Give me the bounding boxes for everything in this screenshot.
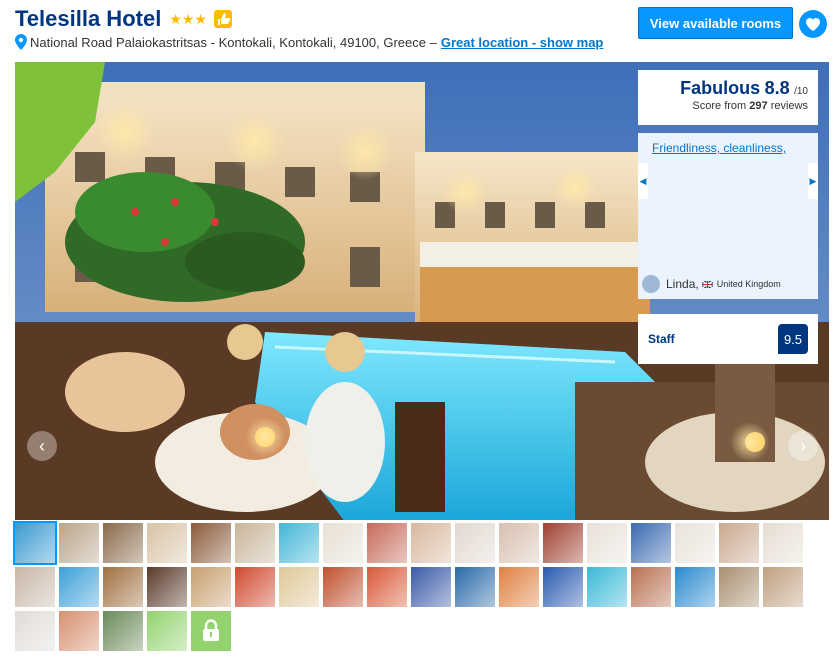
photo-thumbnail[interactable] (719, 567, 759, 607)
uk-flag-icon (701, 280, 713, 288)
lock-icon (203, 619, 219, 641)
photo-thumbnail[interactable] (367, 567, 407, 607)
chevron-right-icon: › (800, 435, 806, 456)
photo-thumbnail[interactable] (15, 567, 55, 607)
photo-thumbnail[interactable] (675, 523, 715, 563)
star-rating: ★★★ (169, 10, 207, 27)
review-count: 297 (749, 100, 768, 112)
photo-thumbnail[interactable] (235, 567, 275, 607)
photo-thumbnail[interactable] (455, 567, 495, 607)
photo-thumbnail[interactable] (631, 523, 671, 563)
photo-thumbnail[interactable] (499, 523, 539, 563)
photo-thumbnail[interactable] (411, 523, 451, 563)
chevron-right-icon: ▶ (809, 175, 817, 186)
photo-thumbnail[interactable] (587, 567, 627, 607)
reviewer: Linda, United Kingdom (642, 275, 781, 293)
view-rooms-button[interactable]: View available rooms (638, 7, 793, 39)
reviewer-country: United Kingdom (716, 279, 781, 289)
title-row: Telesilla Hotel ★★★ (15, 6, 233, 32)
photo-thumbnail[interactable] (13, 521, 57, 565)
photo-thumbnail[interactable] (15, 611, 55, 651)
category-label: Staff (648, 332, 675, 346)
category-score-box: Staff 9.5 (638, 314, 818, 364)
heart-icon (806, 17, 820, 31)
photo-thumbnail[interactable] (103, 611, 143, 651)
category-score-badge: 9.5 (778, 324, 808, 354)
photo-thumbnail[interactable] (235, 523, 275, 563)
review-snippet-box: Friendliness, cleanliness, ◀ ▶ Linda, Un… (638, 133, 818, 299)
photo-thumbnail[interactable] (719, 523, 759, 563)
photo-thumbnail[interactable] (147, 611, 187, 651)
photo-thumbnail[interactable] (323, 567, 363, 607)
score-sub-suffix: reviews (770, 100, 808, 112)
photo-thumbnail[interactable] (191, 523, 231, 563)
chevron-left-icon: ‹ (39, 435, 45, 456)
photo-thumbnail[interactable] (411, 567, 451, 607)
photo-thumbnail[interactable] (147, 523, 187, 563)
photo-thumbnail[interactable] (631, 567, 671, 607)
map-pin-icon (15, 34, 27, 50)
prev-photo-button[interactable]: ‹ (27, 431, 57, 461)
photo-thumbnail[interactable] (279, 523, 319, 563)
photo-thumbnail[interactable] (191, 567, 231, 607)
reviewer-name: Linda, (666, 277, 699, 291)
thumbs-up-icon (213, 9, 233, 29)
photo-thumbnail[interactable] (59, 611, 99, 651)
hotel-page: Telesilla Hotel ★★★ National Road Palaio… (0, 0, 836, 659)
score-value: 8.8 (764, 78, 790, 98)
photo-thumbnail[interactable] (675, 567, 715, 607)
review-prev-button[interactable]: ◀ (638, 163, 648, 199)
chevron-left-icon: ◀ (639, 175, 647, 186)
photo-thumbnail[interactable] (323, 523, 363, 563)
favorite-button[interactable] (799, 10, 827, 38)
photo-thumbnail[interactable] (763, 567, 803, 607)
photo-thumbnail[interactable] (59, 523, 99, 563)
photo-thumbnail[interactable] (543, 523, 583, 563)
photo-thumbnail[interactable] (763, 523, 803, 563)
show-map-link[interactable]: Great location - show map (441, 35, 604, 50)
score-word: Fabulous (680, 78, 761, 98)
photo-thumbnail[interactable] (367, 523, 407, 563)
photo-thumbnail[interactable] (147, 567, 187, 607)
score-subtitle: Score from 297 reviews (638, 100, 808, 112)
review-snippet-link[interactable]: Friendliness, cleanliness, (652, 141, 786, 155)
next-photo-button[interactable]: › (788, 431, 818, 461)
photo-thumbnail[interactable] (103, 523, 143, 563)
review-next-button[interactable]: ▶ (808, 163, 818, 199)
hotel-address: National Road Palaiokastritsas - Kontoka… (30, 34, 437, 50)
photo-thumbnail[interactable] (103, 567, 143, 607)
photo-thumbnail[interactable] (543, 567, 583, 607)
photo-thumbnail[interactable] (587, 523, 627, 563)
photo-thumbnail[interactable] (59, 567, 99, 607)
photo-thumbnail[interactable] (455, 523, 495, 563)
photo-thumbnail[interactable] (279, 567, 319, 607)
review-score-box[interactable]: Fabulous 8.8 /10 Score from 297 reviews (638, 70, 818, 125)
photo-thumbnail[interactable] (499, 567, 539, 607)
locked-thumbnail[interactable] (191, 611, 231, 651)
avatar (642, 275, 660, 293)
score-out-of: /10 (794, 86, 808, 97)
address-row: National Road Palaiokastritsas - Kontoka… (15, 34, 603, 50)
hotel-name: Telesilla Hotel (15, 6, 162, 31)
score-sub-prefix: Score from (692, 100, 747, 112)
